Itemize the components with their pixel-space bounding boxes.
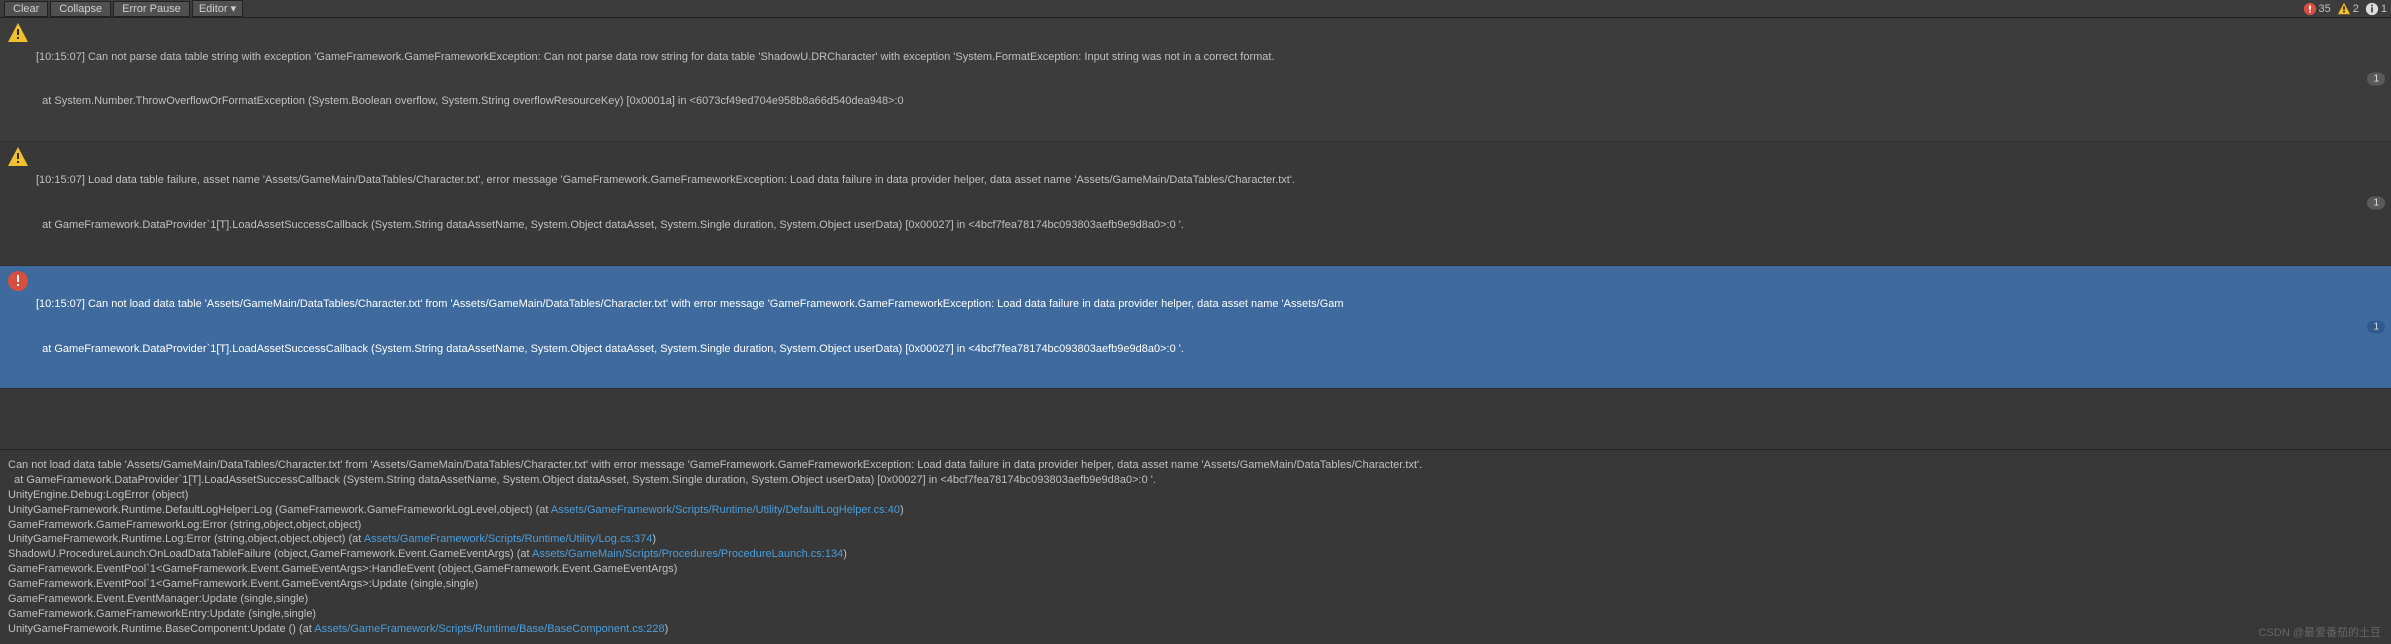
warning-icon: [6, 145, 30, 169]
stack-trace-line: at GameFramework.DataProvider`1[T].LoadA…: [8, 473, 2383, 488]
info-counter[interactable]: 1: [2365, 2, 2387, 16]
console-log-list: [10:15:07] Can not parse data table stri…: [0, 18, 2391, 389]
console-toolbar: Clear Collapse Error Pause Editor ▾ 35 2…: [0, 0, 2391, 18]
log-collapse-count: 1: [2367, 197, 2385, 210]
stack-trace-line: GameFramework.EventPool`1<GameFramework.…: [8, 562, 2383, 577]
stack-trace-line: Can not load data table 'Assets/GameMain…: [8, 458, 2383, 473]
warning-icon: [6, 21, 30, 45]
log-entry[interactable]: [10:15:07] Can not parse data table stri…: [0, 18, 2391, 142]
error-pause-button[interactable]: Error Pause: [113, 1, 190, 17]
stack-trace-line: GameFramework.GameFrameworkEntry:Update …: [8, 607, 2383, 622]
stack-trace-line: UnityEngine.Debug:LogError (object): [8, 488, 2383, 503]
watermark-text: CSDN @最爱番茄的土豆: [2259, 624, 2381, 640]
stack-trace-line: GameFramework.Event.EventManager:Update …: [8, 592, 2383, 607]
stack-trace-line: GameFramework.EventPool`1<GameFramework.…: [8, 577, 2383, 592]
source-link[interactable]: Assets/GameFramework/Scripts/Runtime/Uti…: [551, 504, 900, 516]
info-icon: [2365, 2, 2379, 16]
log-collapse-count: 1: [2367, 320, 2385, 333]
source-link[interactable]: Assets/GameFramework/Scripts/Runtime/Bas…: [314, 623, 664, 635]
stack-trace-line: ShadowU.ProcedureLaunch:OnLoadDataTableF…: [8, 547, 2383, 562]
stack-trace-line: UnityGameFramework.Runtime.Log:Error (st…: [8, 532, 2383, 547]
log-message: [10:15:07] Can not load data table 'Asse…: [36, 268, 2385, 387]
error-count-value: 35: [2319, 3, 2331, 15]
warning-count-value: 2: [2353, 3, 2359, 15]
stack-trace-line: UnityGameFramework.Runtime.DefaultLogHel…: [8, 503, 2383, 518]
warning-icon: [2337, 2, 2351, 16]
editor-dropdown[interactable]: Editor ▾: [192, 0, 243, 17]
error-icon: [6, 269, 30, 293]
stack-trace-line: GameFramework.GameFrameworkLog:Error (st…: [8, 518, 2383, 533]
source-link[interactable]: Assets/GameFramework/Scripts/Runtime/Uti…: [364, 533, 653, 545]
info-count-value: 1: [2381, 3, 2387, 15]
error-counter[interactable]: 35: [2303, 2, 2331, 16]
log-entry[interactable]: [10:15:07] Load data table failure, asse…: [0, 142, 2391, 266]
warning-counter[interactable]: 2: [2337, 2, 2359, 16]
log-entry-selected[interactable]: [10:15:07] Can not load data table 'Asse…: [0, 266, 2391, 390]
log-message: [10:15:07] Can not parse data table stri…: [36, 20, 2385, 139]
clear-button[interactable]: Clear: [4, 1, 48, 17]
log-collapse-count: 1: [2367, 73, 2385, 86]
stack-trace-line: UnityGameFramework.Runtime.BaseComponent…: [8, 622, 2383, 637]
log-message: [10:15:07] Load data table failure, asse…: [36, 144, 2385, 263]
source-link[interactable]: Assets/GameMain/Scripts/Procedures/Proce…: [532, 548, 843, 560]
error-icon: [2303, 2, 2317, 16]
collapse-button[interactable]: Collapse: [50, 1, 111, 17]
console-detail-pane[interactable]: Can not load data table 'Assets/GameMain…: [0, 449, 2391, 644]
